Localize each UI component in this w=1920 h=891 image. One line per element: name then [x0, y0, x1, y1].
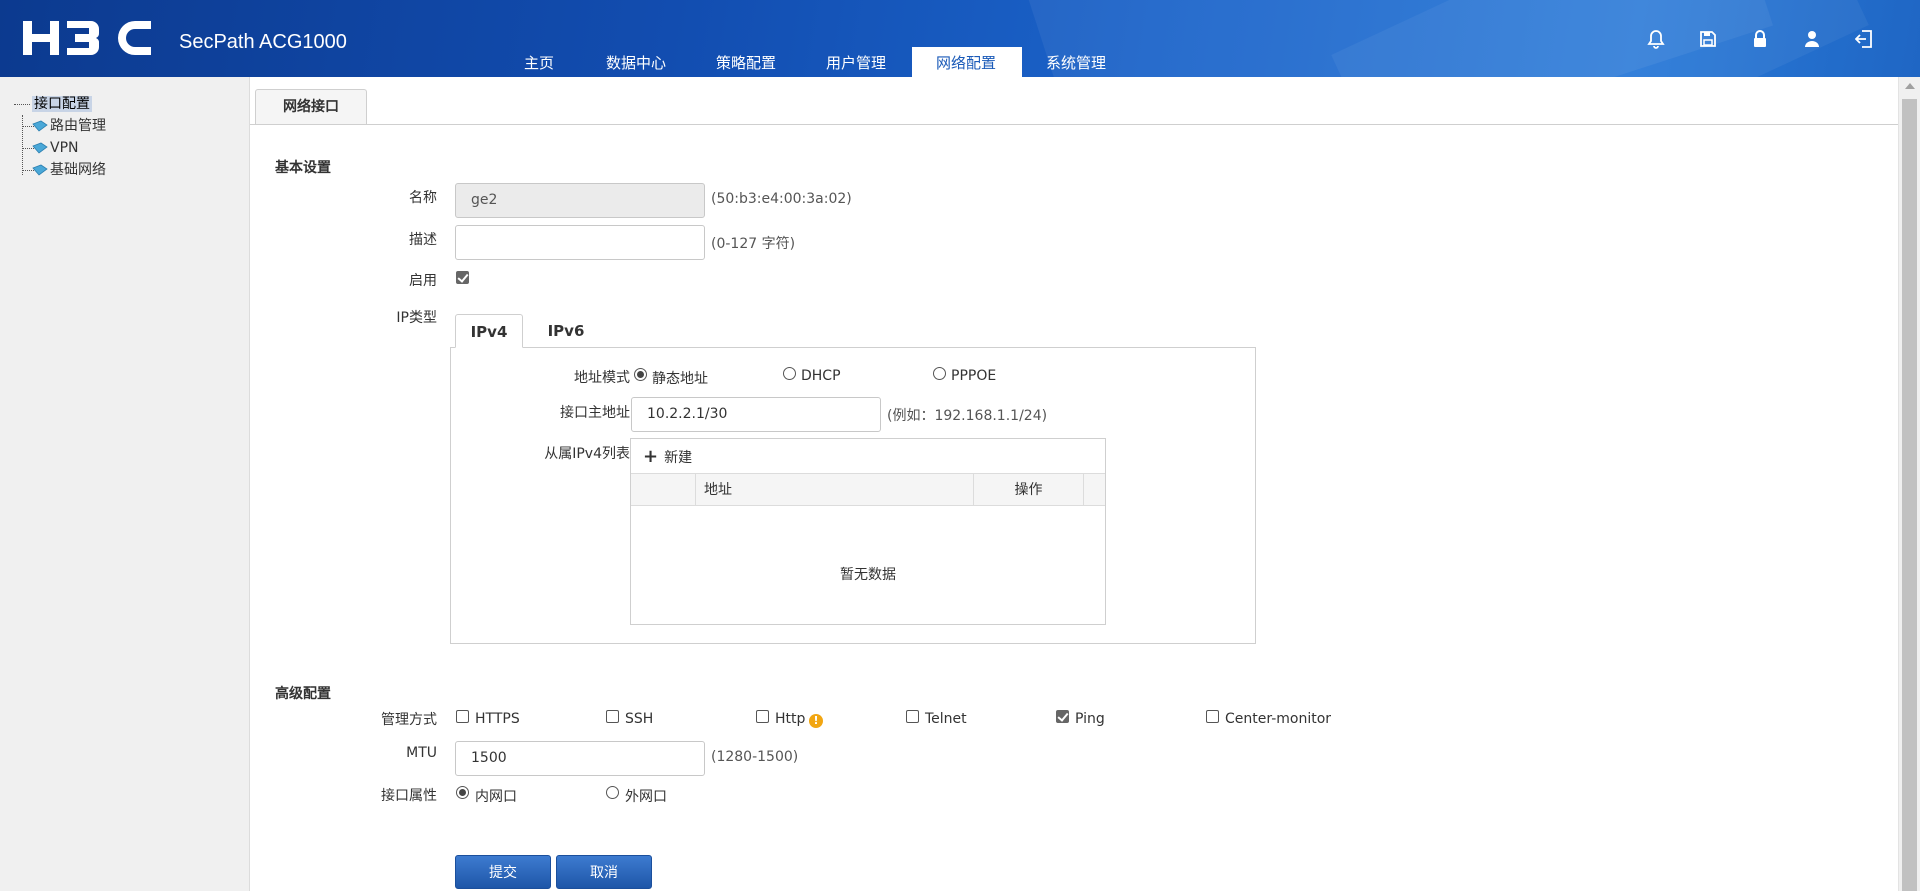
management-label: 管理方式 — [381, 712, 437, 728]
empty-message: 暂无数据 — [840, 567, 896, 583]
vertical-scrollbar[interactable] — [1898, 77, 1920, 891]
http-checkbox[interactable] — [756, 710, 769, 723]
tree-root-label: 接口配置 — [32, 96, 92, 112]
folder-icon — [32, 142, 48, 154]
nav-system[interactable]: 系统管理 — [1022, 47, 1132, 77]
external-label: 外网口 — [625, 789, 667, 805]
tab-network-interface[interactable]: 网络接口 — [255, 89, 367, 125]
header-toolbar — [1646, 28, 1874, 50]
tree-item-label: 基础网络 — [50, 162, 106, 178]
scroll-up-icon[interactable] — [1905, 83, 1915, 89]
internal-label: 内网口 — [475, 789, 517, 805]
mtu-label: MTU — [406, 745, 437, 761]
ping-checkbox[interactable] — [1056, 710, 1069, 723]
mac-address: (50:b3:e4:00:3a:02) — [711, 191, 852, 207]
product-name: SecPath ACG1000 — [179, 31, 347, 53]
pppoe-label: PPPOE — [951, 368, 997, 384]
top-header: SecPath ACG1000 主页 数据中心 策略配置 用户管理 网络配置 系… — [0, 0, 1920, 77]
tree-root-interface-config[interactable]: 接口配置 — [14, 93, 106, 115]
nav-network[interactable]: 网络配置 — [912, 47, 1022, 77]
enable-label: 启用 — [409, 273, 437, 289]
tab-ipv6[interactable]: IPv6 — [532, 314, 600, 348]
nav-policy[interactable]: 策略配置 — [692, 47, 802, 77]
advanced-settings-title: 高级配置 — [275, 686, 331, 702]
new-button[interactable]: + 新建 — [643, 447, 692, 467]
telnet-label: Telnet — [925, 711, 967, 727]
nav-data-center[interactable]: 数据中心 — [582, 47, 692, 77]
nav-tree: 接口配置 路由管理 VPN 基础网络 — [14, 93, 106, 181]
center-monitor-checkbox[interactable] — [1206, 710, 1219, 723]
sub-ip-list-label: 从属IPv4列表 — [544, 446, 630, 462]
description-label: 描述 — [409, 232, 437, 248]
main-nav: 主页 数据中心 策略配置 用户管理 网络配置 系统管理 — [500, 47, 1132, 77]
ssh-checkbox[interactable] — [606, 710, 619, 723]
ping-label: Ping — [1075, 711, 1105, 727]
warning-icon[interactable]: ! — [809, 714, 823, 728]
main-content: 网络接口 基本设置 名称 ge2 (50:b3:e4:00:3a:02) 描述 … — [250, 77, 1898, 891]
folder-icon — [32, 120, 48, 132]
static-label: 静态地址 — [652, 371, 708, 387]
dhcp-label: DHCP — [801, 368, 841, 384]
mtu-field[interactable]: 1500 — [455, 741, 705, 776]
logout-icon[interactable] — [1854, 28, 1874, 50]
tab-ipv4[interactable]: IPv4 — [455, 314, 523, 348]
main-ip-hint: (例如：192.168.1.1/24) — [887, 408, 1048, 424]
telnet-checkbox[interactable] — [906, 710, 919, 723]
tree-item-label: 路由管理 — [50, 118, 106, 134]
column-operation: 操作 — [973, 474, 1083, 506]
bell-icon[interactable] — [1646, 28, 1666, 50]
plus-icon: + — [643, 446, 659, 467]
ssh-label: SSH — [625, 711, 654, 727]
address-mode-label: 地址模式 — [574, 370, 630, 386]
radio-static[interactable] — [634, 368, 647, 381]
name-label: 名称 — [409, 190, 437, 206]
center-monitor-label: Center-monitor — [1225, 711, 1332, 727]
https-label: HTTPS — [475, 711, 520, 727]
table-header: 地址 操作 — [631, 474, 1105, 506]
sub-ip-table: + 新建 地址 操作 暂无数据 — [630, 438, 1106, 625]
radio-internal[interactable] — [456, 786, 469, 799]
ip-type-label: IP类型 — [396, 310, 437, 326]
basic-settings-title: 基本设置 — [275, 160, 331, 176]
http-label: Http — [775, 711, 806, 727]
mtu-hint: (1280-1500) — [711, 749, 799, 765]
save-icon[interactable] — [1698, 28, 1718, 50]
sidebar: 接口配置 路由管理 VPN 基础网络 — [0, 77, 250, 891]
tree-item-vpn[interactable]: VPN — [14, 137, 106, 159]
nav-users[interactable]: 用户管理 — [802, 47, 912, 77]
new-button-label: 新建 — [664, 450, 693, 466]
tree-item-label: VPN — [50, 140, 79, 156]
user-icon[interactable] — [1802, 28, 1822, 50]
folder-icon — [32, 164, 48, 176]
radio-external[interactable] — [606, 786, 619, 799]
submit-button[interactable]: 提交 — [455, 855, 551, 889]
main-ip-field[interactable]: 10.2.2.1/30 — [631, 397, 881, 432]
radio-pppoe[interactable] — [933, 367, 946, 380]
name-field[interactable]: ge2 — [455, 183, 705, 218]
radio-dhcp[interactable] — [783, 367, 796, 380]
https-checkbox[interactable] — [456, 710, 469, 723]
cancel-button[interactable]: 取消 — [556, 855, 652, 889]
tree-item-routing[interactable]: 路由管理 — [14, 115, 106, 137]
description-field[interactable] — [455, 225, 705, 260]
h3c-logo — [23, 21, 151, 55]
nav-home[interactable]: 主页 — [500, 47, 582, 77]
scroll-thumb[interactable] — [1902, 99, 1917, 891]
interface-attr-label: 接口属性 — [381, 788, 437, 804]
tree-item-basic-network[interactable]: 基础网络 — [14, 159, 106, 181]
lock-icon[interactable] — [1750, 28, 1770, 50]
main-ip-label: 接口主地址 — [560, 405, 630, 421]
enable-checkbox[interactable] — [456, 271, 469, 284]
description-hint: (0-127 字符) — [711, 236, 796, 252]
select-column[interactable] — [631, 474, 695, 506]
